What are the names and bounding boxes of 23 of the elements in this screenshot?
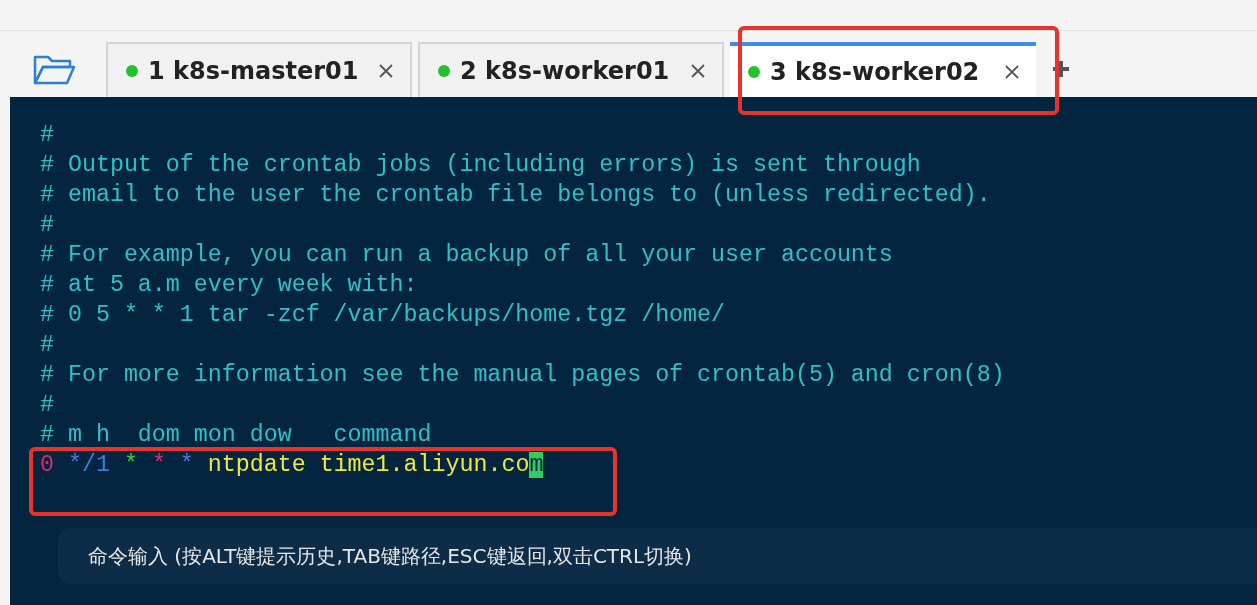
terminal-line: # — [40, 121, 55, 150]
terminal-line: # — [40, 391, 55, 420]
terminal-line: # m h dom mon dow command — [40, 421, 433, 450]
close-icon[interactable] — [378, 63, 394, 79]
terminal-line: # email to the user the crontab file belongs to (unless redirected). — [40, 181, 992, 210]
terminal-line: # at 5 a.m every week with: — [40, 271, 419, 300]
tab-label: 1 k8s-master01 — [148, 57, 360, 85]
terminal-line: # — [40, 211, 55, 240]
terminal-line: # 0 5 * * 1 tar -zcf /var/backups/home.tgz /home/ — [40, 301, 727, 330]
tab-label: 3 k8s-worker02 — [770, 58, 981, 86]
terminal-line: # For example, you can run a backup of all your user accounts — [40, 241, 894, 270]
tab-label: 2 k8s-worker01 — [460, 57, 671, 85]
close-icon[interactable] — [1004, 64, 1020, 80]
terminal-line: 0 */1 * * * ntpdate time1.aliyun.com — [40, 451, 545, 480]
terminal-line: # — [40, 331, 55, 360]
tab[interactable]: 1 k8s-master01 — [106, 42, 412, 98]
close-icon[interactable] — [690, 63, 706, 79]
plus-icon[interactable] — [1052, 60, 1070, 78]
command-input[interactable]: 命令输入 (按ALT键提示历史,TAB键路径,ESC键返回,双击CTRL切换) — [58, 528, 1257, 584]
terminal-line: # Output of the crontab jobs (including errors) is sent through — [40, 151, 922, 180]
tab[interactable]: 2 k8s-worker01 — [418, 42, 724, 98]
tab[interactable]: 3 k8s-worker02 — [730, 42, 1036, 98]
terminal-line: # For more information see the manual pages of crontab(5) and cron(8) — [40, 361, 1006, 390]
